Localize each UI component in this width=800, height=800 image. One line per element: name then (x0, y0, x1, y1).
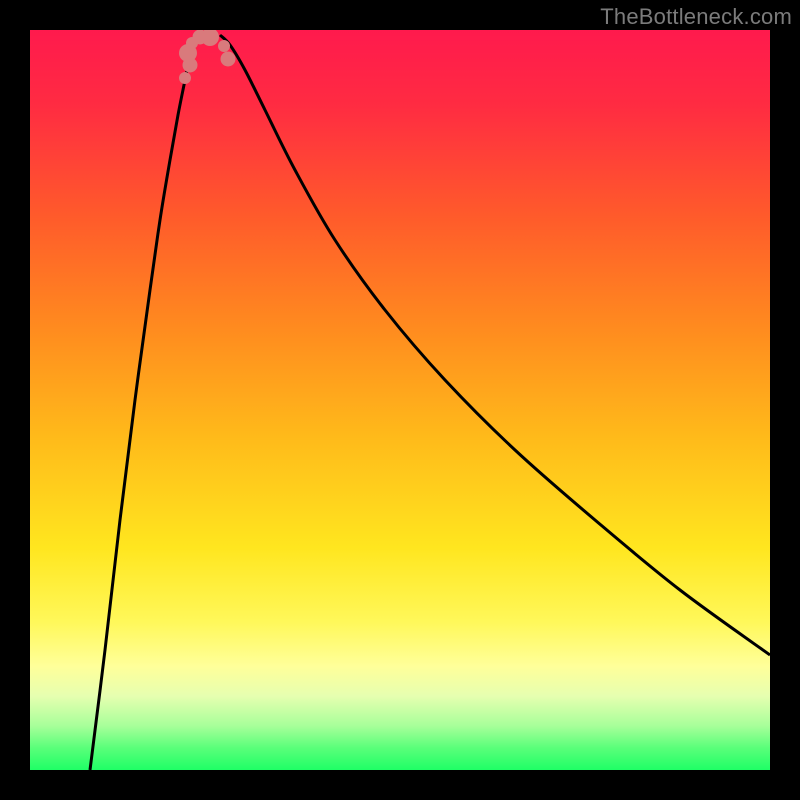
chart-frame: TheBottleneck.com (0, 0, 800, 800)
plot-area (30, 30, 770, 770)
marker-dot (179, 72, 191, 84)
right-curve (220, 35, 770, 655)
plot-svg (30, 30, 770, 770)
marker-dot (221, 52, 236, 67)
marker-cluster (179, 30, 236, 84)
marker-dot (218, 40, 230, 52)
marker-dot (201, 30, 219, 46)
left-curve (90, 35, 195, 770)
watermark-text: TheBottleneck.com (600, 4, 792, 30)
